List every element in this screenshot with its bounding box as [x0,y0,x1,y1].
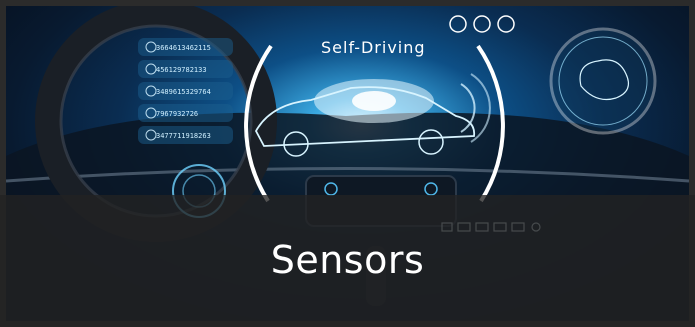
readout-value: 7967932726 [156,110,199,118]
image-frame: Self-Driving 3664613462115 456129782133 … [0,0,695,327]
readout-value: 3664613462115 [156,44,211,52]
brain-ai-icon [549,27,657,135]
user-icons [449,15,515,33]
hud-title: Self-Driving [321,38,426,57]
caption-title: Sensors [270,238,425,282]
readout-value: 456129782133 [156,66,207,74]
readout-value: 3477711918263 [156,132,211,140]
readout-value: 3489615329764 [156,88,211,96]
